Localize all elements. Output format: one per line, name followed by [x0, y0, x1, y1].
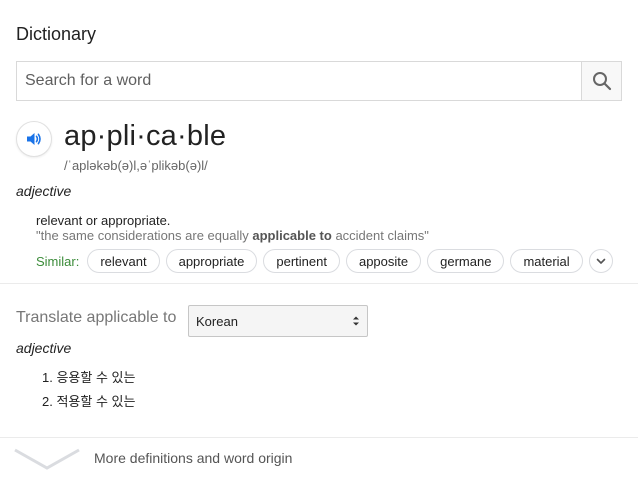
translation-item: 2. 적용할 수 있는: [42, 394, 136, 409]
translation-part-of-speech: adjective: [16, 340, 72, 356]
similar-words: Similar: relevant appropriate pertinent …: [36, 249, 613, 273]
search-button[interactable]: [581, 62, 621, 100]
similar-chip-relevant[interactable]: relevant: [87, 249, 160, 273]
similar-chip-germane[interactable]: germane: [427, 249, 505, 273]
select-arrows-icon: [353, 316, 359, 326]
example-sentence: "the same considerations are equally app…: [36, 228, 429, 243]
headword: ap·pli·ca·ble: [64, 120, 227, 152]
phonetic-spelling: /ˈapləkəb(ə)l,əˈplikəb(ə)l/: [64, 158, 208, 173]
example-bold: applicable to: [252, 228, 332, 243]
more-definitions-link[interactable]: More definitions and word origin: [0, 438, 638, 478]
similar-chip-pertinent[interactable]: pertinent: [263, 249, 340, 273]
similar-chip-material[interactable]: material: [510, 249, 583, 273]
similar-chip-appropriate[interactable]: appropriate: [165, 249, 258, 273]
dictionary-card: Dictionary ap·pli·ca·ble /ˈapləkəb(ə)l,ə…: [0, 0, 638, 478]
example-suffix: accident claims": [331, 228, 429, 243]
example-prefix: "the same considerations are equally: [36, 228, 253, 243]
card-title: Dictionary: [16, 24, 97, 44]
expand-chevron-icon: [14, 448, 80, 470]
language-select-value: Korean: [196, 313, 238, 329]
translation-item: 1. 응용할 수 있는: [42, 370, 136, 385]
expand-similar-button[interactable]: [588, 249, 613, 273]
language-select[interactable]: Korean: [188, 305, 368, 337]
search-box: [16, 61, 622, 101]
translate-label: Translate applicable to: [16, 309, 177, 326]
search-input[interactable]: [17, 62, 581, 100]
more-definitions-label: More definitions and word origin: [94, 450, 293, 466]
definition-text: relevant or appropriate.: [36, 213, 171, 228]
similar-chip-apposite[interactable]: apposite: [345, 249, 422, 273]
section-divider: [0, 283, 638, 284]
chevron-down-icon: [596, 258, 605, 264]
part-of-speech: adjective: [16, 183, 72, 199]
similar-label: Similar:: [36, 253, 80, 269]
pronunciation-button[interactable]: [16, 121, 52, 157]
search-icon: [592, 72, 611, 91]
speaker-icon: [27, 133, 41, 145]
